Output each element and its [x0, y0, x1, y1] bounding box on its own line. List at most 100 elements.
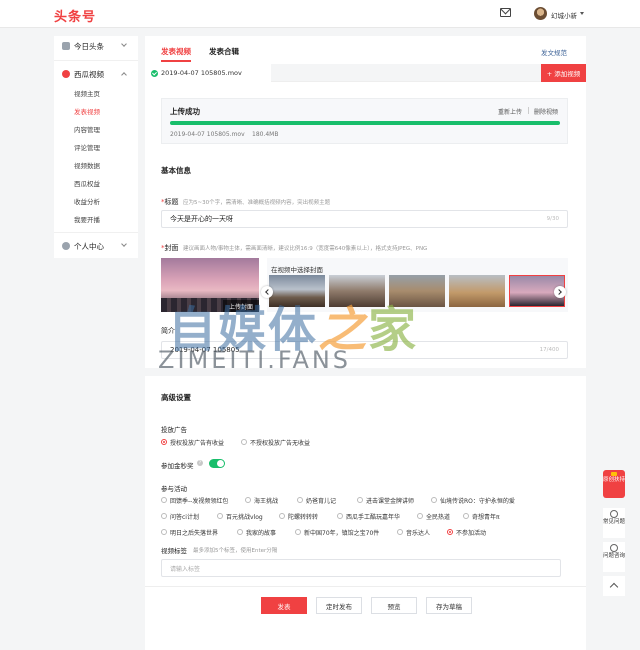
rules-link[interactable]: 发文规范	[541, 47, 567, 57]
main-panel: 发表视频 发表合辑 发文规范 2019-04-07 105805.mov + 添…	[145, 36, 586, 650]
activity-option[interactable]: 奶爸育儿记	[306, 496, 336, 505]
chevron-up-icon	[609, 582, 619, 592]
activities-label: 参与活动	[161, 485, 187, 493]
cover-frame-thumbnail[interactable]	[449, 275, 505, 307]
title-input[interactable]: 今天是开心的一天呀 9/30	[161, 210, 568, 228]
question-icon	[610, 510, 618, 518]
activity-radio[interactable]	[279, 513, 285, 519]
activity-option[interactable]: 问答ci计划	[170, 512, 199, 521]
preview-button[interactable]: 预览	[371, 597, 417, 614]
sidebar-group-label: 个人中心	[74, 242, 104, 251]
activity-option[interactable]: 明日之后失落世界	[170, 528, 218, 537]
advanced-settings-title: 高级设置	[161, 393, 191, 402]
tags-label: 视频标签	[161, 547, 187, 555]
cover-preview[interactable]: 上传封面	[161, 258, 259, 312]
xigua-icon	[62, 70, 70, 78]
intro-input[interactable]: 2019-04-07 105805 17/400	[161, 341, 568, 359]
activity-radio-selected[interactable]	[447, 529, 453, 535]
mail-icon[interactable]	[500, 8, 511, 17]
original-support-badge[interactable]: 原创扶持	[603, 470, 625, 498]
ads-unauthorize-radio[interactable]	[241, 439, 247, 445]
activity-radio[interactable]	[463, 513, 469, 519]
ads-unauthorize-option[interactable]: 不授权投放广告无收益	[250, 438, 310, 447]
gold-award-toggle[interactable]	[209, 459, 225, 468]
cover-frame-thumbnail[interactable]	[329, 275, 385, 307]
help-icon[interactable]: ?	[197, 460, 203, 466]
activity-option-no-participation[interactable]: 不参加活动	[456, 528, 486, 537]
activity-option[interactable]: 我家的故事	[246, 528, 276, 537]
activity-radio[interactable]	[295, 529, 301, 535]
ads-authorize-radio[interactable]	[161, 439, 167, 445]
logo[interactable]: 头条号	[54, 6, 96, 25]
activity-option[interactable]: 仙境传说RO：守护永恒的爱	[440, 496, 515, 505]
activity-radio[interactable]	[297, 497, 303, 503]
activity-radio[interactable]	[417, 513, 423, 519]
cover-frame-thumbnail[interactable]	[269, 275, 325, 307]
tab-publish-collection[interactable]: 发表合辑	[209, 46, 239, 57]
activity-option[interactable]: 回馈季--发视频领红包	[170, 496, 228, 505]
chevron-down-icon[interactable]	[580, 12, 584, 15]
uploaded-file-name: 2019-04-07 105805.mov	[170, 131, 245, 138]
activity-radio[interactable]	[161, 497, 167, 503]
back-to-top-button[interactable]	[603, 576, 625, 596]
activity-radio[interactable]	[357, 497, 363, 503]
delete-video-button[interactable]: 删除视频	[534, 107, 558, 116]
activity-option[interactable]: 进击课堂金牌讲师	[366, 496, 414, 505]
sidebar-item-video-home[interactable]: 视频主页	[74, 88, 100, 98]
title-counter: 9/30	[546, 216, 559, 222]
username[interactable]: 幻城小新	[551, 10, 577, 20]
basic-info-title: 基本信息	[161, 166, 191, 175]
consult-button[interactable]: 问题咨询	[603, 542, 625, 572]
top-bar: 头条号 幻城小新	[0, 0, 640, 28]
chevron-right-icon[interactable]	[554, 286, 566, 298]
ads-authorize-option[interactable]: 授权投放广告有收益	[170, 438, 224, 447]
activity-radio[interactable]	[217, 513, 223, 519]
save-draft-button[interactable]: 存为草稿	[426, 597, 472, 614]
activity-option[interactable]: 新中国70年，镇馆之宝70件	[304, 528, 379, 537]
sidebar-item-publish-video[interactable]: 发表视频	[74, 106, 100, 116]
sidebar-group-xigua[interactable]: 西瓜视频	[54, 64, 138, 84]
schedule-publish-button[interactable]: 定时发布	[316, 597, 362, 614]
section-divider	[145, 368, 586, 376]
sidebar-item-xigua-rights[interactable]: 西瓜权益	[74, 178, 100, 188]
tags-hint: 最多添加5个标签，使用Enter分隔	[193, 548, 278, 554]
tab-publish-video[interactable]: 发表视频	[161, 46, 191, 57]
sidebar-group-personal-center[interactable]: 个人中心	[54, 236, 138, 256]
footer-action-bar: 发表 定时发布 预览 存为草稿	[145, 586, 586, 650]
activity-option[interactable]: 百元挑战vlog	[226, 512, 263, 521]
headset-icon	[610, 544, 618, 552]
sidebar-item-go-live[interactable]: 我要开播	[74, 214, 100, 224]
upload-status: 上传成功	[170, 107, 200, 116]
reupload-button[interactable]: 重新上传	[498, 107, 522, 116]
sidebar-item-video-data[interactable]: 视频数据	[74, 160, 100, 170]
activity-radio[interactable]	[161, 529, 167, 535]
sidebar-item-content-management[interactable]: 内容管理	[74, 124, 100, 134]
activity-radio[interactable]	[397, 529, 403, 535]
activity-option[interactable]: 陀螺转转转	[288, 512, 318, 521]
upload-cover-button[interactable]: 上传封面	[223, 300, 259, 312]
sidebar-group-toutiao[interactable]: 今日头条	[54, 36, 138, 56]
activity-radio[interactable]	[431, 497, 437, 503]
sidebar-item-comment-management[interactable]: 评论管理	[74, 142, 100, 152]
divider	[54, 60, 138, 61]
activity-option[interactable]: 西瓜手工酷玩嘉年华	[346, 512, 400, 521]
activity-radio[interactable]	[161, 513, 167, 519]
activity-radio[interactable]	[237, 529, 243, 535]
publish-button[interactable]: 发表	[261, 597, 307, 614]
file-tab[interactable]: 2019-04-07 105805.mov	[145, 64, 271, 82]
tags-input[interactable]: 请输入标签	[161, 559, 561, 577]
activity-radio[interactable]	[337, 513, 343, 519]
activity-radio[interactable]	[245, 497, 251, 503]
activity-option[interactable]: 全民热道	[426, 512, 450, 521]
activity-option[interactable]: 奇想青年π	[472, 512, 500, 521]
cover-frame-thumbnail[interactable]	[389, 275, 445, 307]
activity-option[interactable]: 海王挑战	[254, 496, 278, 505]
ads-label: 投放广告	[161, 426, 187, 434]
avatar[interactable]	[534, 7, 547, 20]
chevron-left-icon[interactable]	[261, 286, 273, 298]
sidebar-item-revenue-analysis[interactable]: 收益分析	[74, 196, 100, 206]
faq-button[interactable]: 常见问题	[603, 508, 625, 538]
add-video-button[interactable]: + 添加视频	[541, 64, 586, 82]
divider	[54, 232, 138, 233]
activity-option[interactable]: 音乐达人	[406, 528, 430, 537]
